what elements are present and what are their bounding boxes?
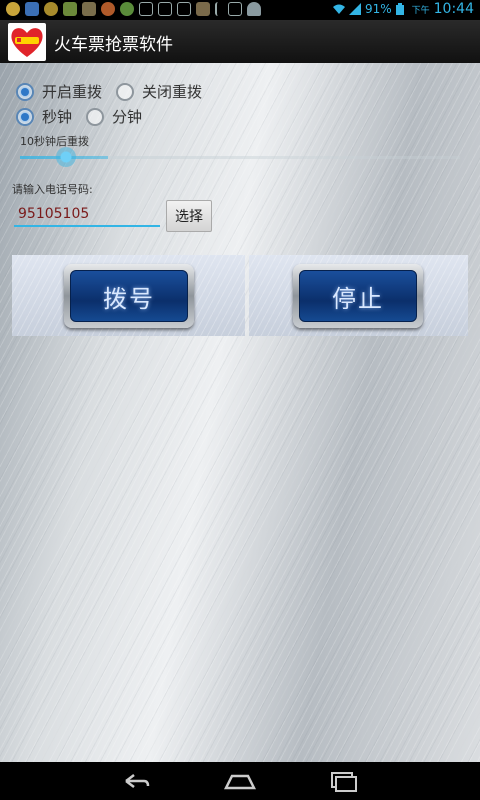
battery-icon [395, 3, 408, 15]
redial-interval-slider[interactable] [20, 156, 460, 159]
seconds-label[interactable]: 秒钟 [42, 106, 72, 127]
slider-thumb[interactable] [56, 147, 76, 167]
notification-icons [6, 2, 261, 16]
stop-button[interactable]: 停止 [293, 264, 423, 328]
message-icon [25, 2, 39, 16]
minutes-radio[interactable] [86, 107, 105, 126]
home-icon[interactable] [220, 768, 260, 794]
wifi-icon [332, 3, 345, 15]
signal-icon [348, 3, 361, 15]
mail-icon [177, 2, 191, 16]
phone-input[interactable] [14, 203, 160, 227]
battery-percent: 91% [364, 2, 392, 16]
redial-on-label[interactable]: 开启重拨 [42, 81, 102, 102]
redial-on-radio[interactable] [16, 82, 34, 101]
phone-label: 请输入电话号码: [12, 183, 93, 196]
mail-icon [139, 2, 153, 16]
redial-off-radio[interactable] [116, 82, 135, 101]
app-logo-icon [8, 23, 46, 61]
app-icon [44, 2, 58, 16]
dial-panel: 拨号 [12, 255, 245, 336]
seconds-radio[interactable] [16, 107, 34, 126]
mail-icon [228, 2, 242, 16]
app-icon [6, 2, 20, 16]
dial-button[interactable]: 拨号 [64, 264, 194, 328]
redial-radio-group: 开启重拨 关闭重拨 [16, 81, 216, 102]
dial-button-label: 拨号 [70, 270, 188, 322]
app-icon [82, 2, 96, 16]
usb-icon [215, 2, 223, 16]
ampm-label: 下午 [411, 5, 430, 16]
app-title: 火车票抢票软件 [54, 35, 173, 55]
status-bar: 91% 下午 10:44 [0, 0, 480, 20]
android-icon [247, 2, 261, 16]
stop-panel: 停止 [249, 255, 468, 336]
unit-radio-group: 秒钟 分钟 [16, 106, 156, 127]
redial-off-label[interactable]: 关闭重拨 [142, 81, 202, 102]
app-icon [120, 2, 134, 16]
app-icon [101, 2, 115, 16]
back-icon[interactable] [116, 768, 156, 794]
clock: 10:44 [433, 1, 474, 17]
navigation-bar [0, 762, 480, 800]
system-status: 91% 下午 10:44 [332, 1, 474, 17]
app-icon [63, 2, 77, 16]
title-bar: 火车票抢票软件 [0, 20, 480, 65]
recent-apps-icon[interactable] [322, 768, 362, 794]
stop-button-label: 停止 [299, 270, 417, 322]
mail-icon [158, 2, 172, 16]
image-icon [196, 2, 210, 16]
main-content: 开启重拨 关闭重拨 秒钟 分钟 10秒钟后重拨 请输入电话号码: 选择 拨号 停… [0, 63, 480, 762]
slider-label: 10秒钟后重拨 [20, 135, 89, 148]
select-button[interactable]: 选择 [166, 200, 212, 232]
minutes-label[interactable]: 分钟 [112, 106, 142, 127]
